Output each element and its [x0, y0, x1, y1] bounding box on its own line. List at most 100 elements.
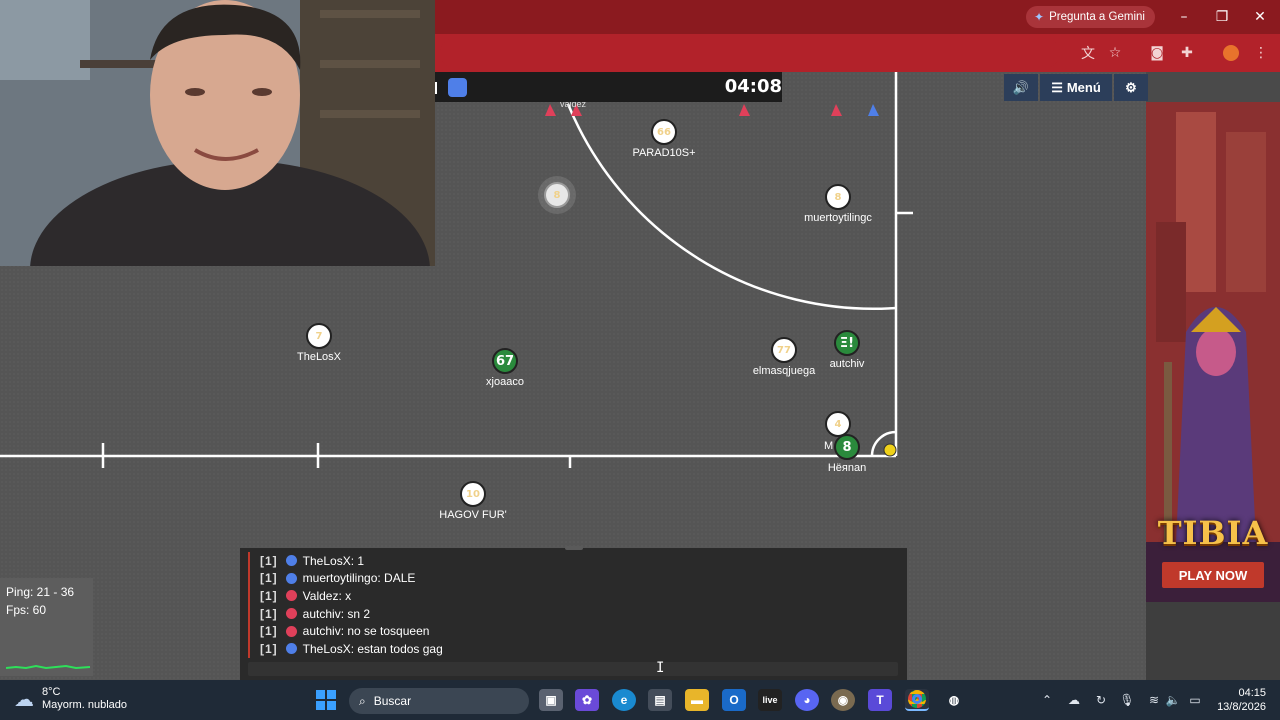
player-name: PARAD10S+	[632, 147, 696, 159]
chat-panel: [1] TheLosX: 1 [1] muertoytilingo: DALE …	[240, 546, 907, 680]
player-name: autchiv	[829, 358, 865, 370]
team-dot-icon	[285, 572, 297, 584]
minimize-button[interactable]: –	[1165, 0, 1203, 34]
player-muertoytilingc: 8 muertoytilingc	[778, 184, 898, 224]
chat-message: [1] muertoytilingo: DALE	[248, 569, 443, 588]
wifi-icon[interactable]: ≋	[1146, 692, 1162, 708]
hamburger-icon: ☰	[1051, 79, 1063, 95]
chat-channel: [1]	[260, 588, 278, 603]
chat-messages: [1] TheLosX: 1 [1] muertoytilingo: DALE …	[248, 552, 443, 658]
player-name: TheLosX	[296, 351, 342, 363]
marker-triangle	[545, 104, 556, 116]
outlook-icon[interactable]: O	[722, 689, 746, 711]
ad-play-now-button[interactable]: PLAY NOW	[1162, 562, 1264, 588]
team-dot-icon	[285, 608, 297, 620]
settings-button[interactable]: ⚙	[1114, 74, 1148, 101]
star-icon[interactable]: ☆	[1105, 43, 1125, 63]
chat-channel: [1]	[260, 553, 278, 568]
chat-text: Valdez: x	[302, 588, 352, 603]
marker-triangle	[868, 104, 879, 116]
file-explorer-icon[interactable]: ▬	[685, 689, 709, 711]
task-view-icon[interactable]: ▣	[539, 689, 563, 711]
marker-triangle	[739, 104, 750, 116]
webcam-overlay	[0, 0, 435, 266]
gemini-label: Pregunta a Gemini	[1049, 11, 1145, 23]
player-disc: Ξ!	[834, 330, 860, 356]
ping-readout: Ping: 21 - 36	[6, 585, 75, 599]
player-disc: 8	[825, 184, 851, 210]
gear-icon: ⚙	[1125, 79, 1137, 95]
gemini-button[interactable]: ✦ Pregunta a Gemini	[1026, 6, 1155, 28]
tibia-ad[interactable]: TIBIA PLAY NOW	[1146, 102, 1280, 602]
edge-icon[interactable]: e	[612, 689, 636, 711]
live-app-icon[interactable]: live	[758, 689, 782, 711]
onedrive-icon[interactable]: ☁	[1066, 692, 1082, 708]
teams-icon[interactable]: T	[868, 689, 892, 711]
sync-icon[interactable]: ↻	[1093, 692, 1109, 708]
team-dot-icon	[285, 555, 297, 567]
chat-text: muertoytilingo: DALE	[302, 571, 416, 586]
windows-start-icon[interactable]	[314, 689, 338, 711]
store-icon[interactable]: ▤	[648, 689, 672, 711]
chat-channel: [1]	[260, 606, 278, 621]
restore-button[interactable]: ❐	[1203, 0, 1241, 34]
team-dot-icon	[285, 590, 297, 602]
gemini-spark-icon: ✦	[1034, 10, 1045, 24]
player-autchiv: Ξ! autchiv	[787, 330, 907, 370]
webcam-image	[0, 0, 435, 266]
player-disc: 10	[460, 481, 486, 507]
ad-logo: TIBIA	[1157, 514, 1269, 552]
fps-readout: Fps: 60	[6, 603, 47, 617]
more-icon[interactable]: ⋮	[1251, 43, 1271, 63]
taskbar-search[interactable]: ⌕ Buscar	[349, 688, 529, 714]
microphone-icon[interactable]: 🎙	[1119, 692, 1135, 708]
system-clock[interactable]: 04:15 13/8/2026	[1210, 686, 1266, 714]
close-button[interactable]: ✕	[1241, 0, 1279, 34]
player-name: muertoytilingc	[804, 212, 872, 224]
discord-icon[interactable]: ◕	[795, 689, 819, 711]
speaker-icon: 🔊	[1012, 79, 1030, 95]
chat-text: TheLosX: 1	[302, 553, 365, 568]
player-disc: 67	[492, 348, 518, 374]
player-disc: 8	[544, 182, 570, 208]
chat-channel: [1]	[260, 641, 278, 656]
player-name: xjoaaco	[486, 376, 524, 388]
chat-text: autchiv: no se tosqueen	[302, 624, 430, 639]
cloud-icon: ☁	[14, 688, 34, 711]
player-hernan: 8 Hёяnan	[787, 434, 907, 474]
player-parad10s: 66 PARAD10S+	[604, 119, 724, 159]
obs-icon[interactable]: ◍	[942, 689, 966, 711]
menu-button[interactable]: ☰ Menú	[1040, 74, 1112, 101]
copilot-icon[interactable]: ✿	[575, 689, 599, 711]
profile-icon[interactable]	[1221, 43, 1241, 63]
sound-button[interactable]: 🔊	[1004, 74, 1038, 101]
chat-text: autchiv: sn 2	[302, 606, 371, 621]
player-xjoaaco: 67 xjoaaco	[445, 348, 565, 388]
chrome-icon[interactable]	[905, 689, 929, 711]
address-bar[interactable]	[440, 38, 1060, 68]
topbar-divider	[435, 82, 437, 94]
volume-icon[interactable]: 🔈	[1165, 692, 1181, 708]
weather-widget[interactable]: ☁ 8°C Mayorm. nublado	[14, 686, 127, 712]
battery-icon[interactable]: ▭	[1187, 692, 1203, 708]
ad-side-panel	[1146, 602, 1280, 680]
weather-temp: 8°C	[42, 686, 61, 698]
chat-input[interactable]	[248, 662, 898, 676]
chat-message: [1] TheLosX: estan todos gag	[248, 639, 443, 658]
chat-drag-handle[interactable]	[565, 546, 583, 550]
chevron-up-icon[interactable]: ⌃	[1039, 692, 1055, 708]
chat-channel: [1]	[260, 571, 278, 586]
translate-icon[interactable]: 文	[1078, 43, 1098, 63]
weather-desc: Mayorm. nublado	[42, 699, 127, 711]
player-disc: 7	[306, 323, 332, 349]
extensions-icon[interactable]: ✚	[1177, 43, 1197, 63]
glasses-icon[interactable]: ◙	[1147, 43, 1167, 63]
game-app-icon[interactable]: ◉	[831, 689, 855, 711]
screen: valdez 66 PARAD10S+ 8 8 muertoytilingc 7…	[0, 0, 1280, 720]
chat-text: TheLosX: estan todos gag	[302, 641, 443, 656]
stats-panel: Ping: 21 - 36 Fps: 60	[0, 578, 93, 676]
ping-graph	[6, 664, 90, 670]
text-cursor-icon: I	[656, 660, 665, 676]
chat-message: [1] autchiv: no se tosqueen	[248, 622, 443, 640]
search-icon: ⌕	[359, 693, 366, 708]
